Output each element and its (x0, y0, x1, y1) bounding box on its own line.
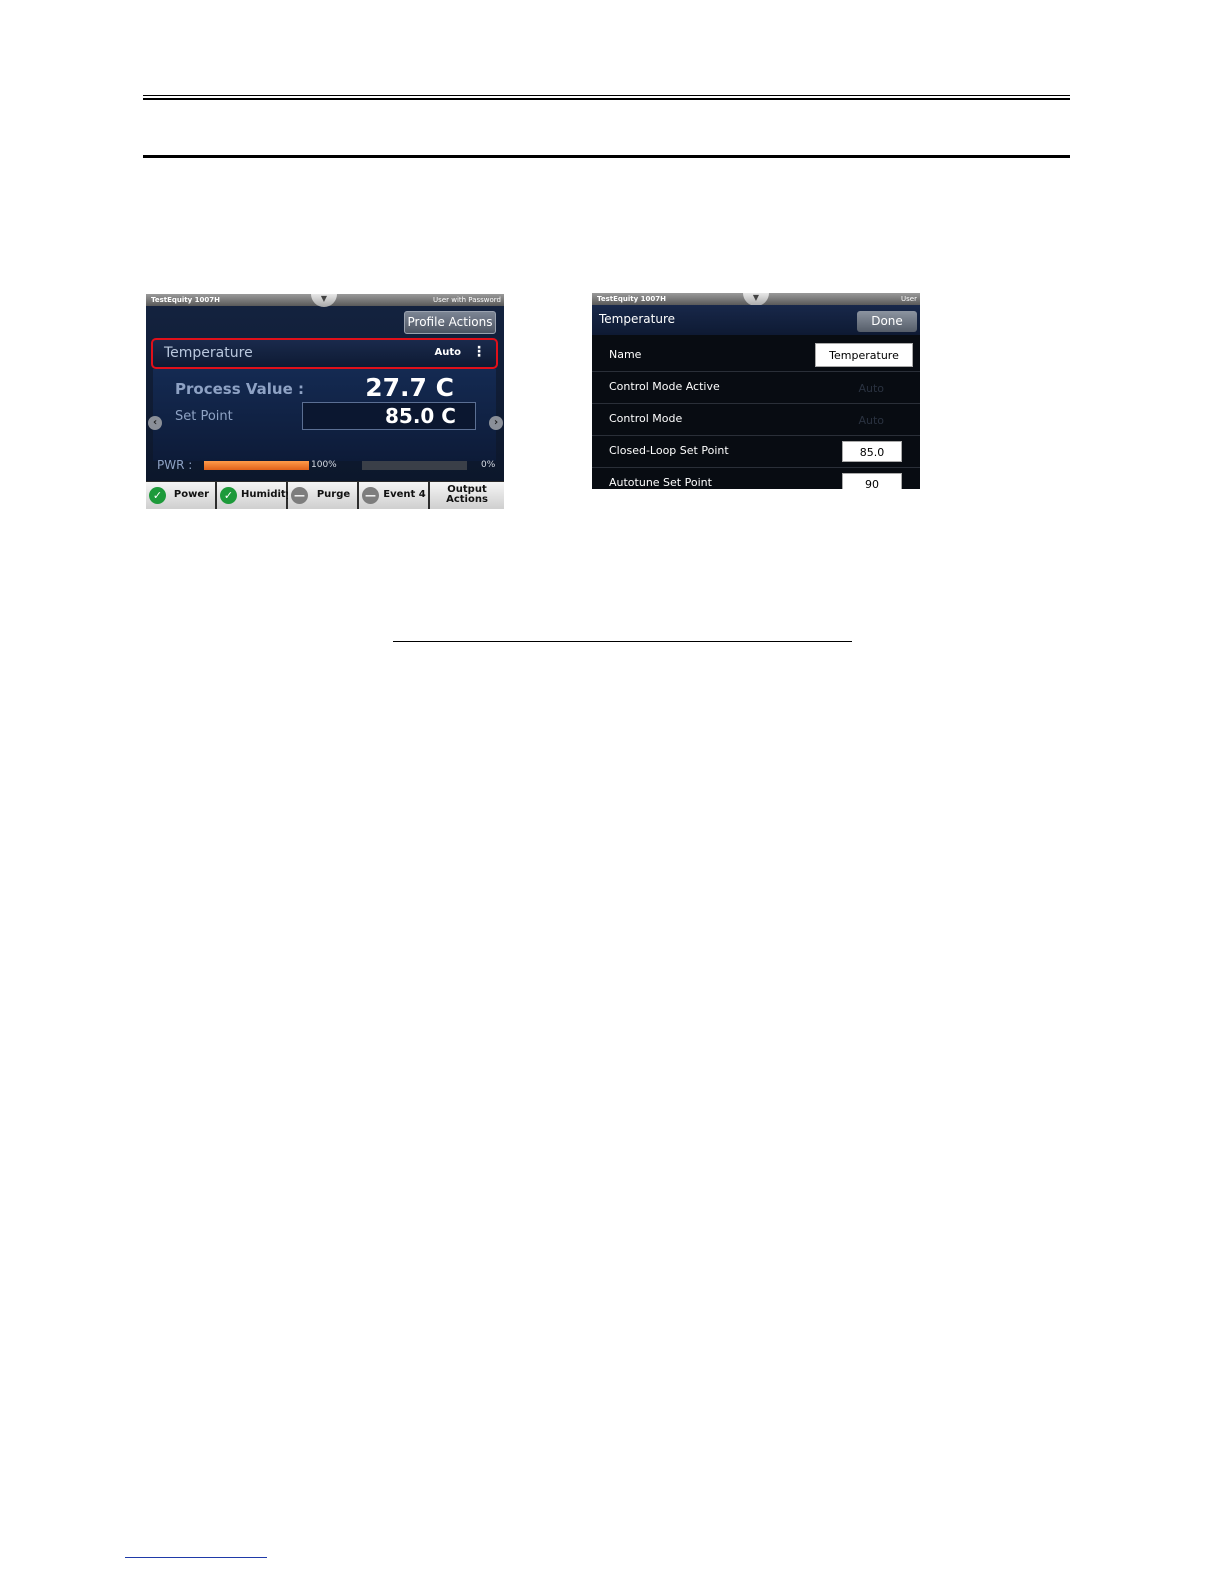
param-label: Control Mode Active (609, 380, 720, 393)
header-rule-thin (143, 95, 1070, 96)
status-check-icon: ✓ (149, 487, 166, 504)
set-point-field[interactable]: 85.0 C (302, 402, 476, 430)
status-check-icon: ✓ (220, 487, 237, 504)
param-row-closed-loop-set-point[interactable]: Closed-Loop Set Point 85.0 (592, 436, 920, 468)
output-purge-button[interactable]: — Purge (288, 482, 357, 509)
name-field[interactable]: Temperature (815, 343, 913, 367)
loop-mode: Auto (434, 347, 461, 358)
heat-power-bar (204, 461, 309, 470)
param-row-name[interactable]: Name Temperature (592, 340, 920, 372)
done-button[interactable]: Done (857, 311, 917, 332)
heat-power-percent: 100% (311, 460, 337, 470)
output-bar: ✓ Power ✓ Humidity — Purge — Event 4 Out… (146, 481, 504, 509)
param-row-control-mode-active: Control Mode Active Auto (592, 372, 920, 404)
loop-header-temperature[interactable]: Temperature Auto ⋮ (151, 338, 498, 369)
output-actions-button[interactable]: Output Actions (430, 482, 504, 509)
status-bar: TestEquity 1007H ▼ User (592, 293, 920, 306)
param-label: Control Mode (609, 412, 683, 425)
closed-loop-set-point-field[interactable]: 85.0 (842, 441, 902, 462)
device-name: TestEquity 1007H (151, 296, 220, 304)
output-power-button[interactable]: ✓ Power (146, 482, 215, 509)
chevron-left-icon[interactable]: ‹ (148, 416, 162, 430)
output-humidity-button[interactable]: ✓ Humidity (217, 482, 293, 509)
output-label: Event 4 (383, 489, 426, 500)
process-value: 27.7 C (365, 373, 454, 402)
param-label: Closed-Loop Set Point (609, 444, 729, 457)
output-event4-button[interactable]: — Event 4 (359, 482, 428, 509)
header-rule-thick (143, 155, 1070, 158)
caption-rule (393, 641, 852, 642)
loop-panel: Process Value : 27.7 C Set Point 85.0 C (153, 369, 496, 461)
param-row-autotune-set-point[interactable]: Autotune Set Point 90 (592, 468, 920, 489)
footnote-rule (125, 1557, 267, 1558)
main-screen-screenshot: TestEquity 1007H ▼ User with Password Pr… (146, 294, 504, 509)
chevron-right-icon[interactable]: › (489, 416, 503, 430)
param-value: Auto (858, 414, 884, 427)
process-value-label: Process Value : (175, 380, 304, 398)
pull-down-tab-icon[interactable]: ▼ (311, 294, 337, 307)
set-point-value: 85.0 C (385, 404, 456, 428)
user-level: User with Password (433, 296, 501, 304)
user-level: User (901, 295, 917, 303)
header-rule-double (143, 98, 1070, 100)
set-point-label: Set Point (175, 409, 233, 424)
output-actions-line2: Actions (446, 494, 488, 505)
setup-header: Temperature Done (592, 305, 920, 335)
power-label: PWR : (157, 458, 193, 472)
param-row-control-mode[interactable]: Control Mode Auto (592, 404, 920, 436)
status-bar: TestEquity 1007H ▼ User with Password (146, 294, 504, 307)
param-label: Autotune Set Point (609, 476, 712, 489)
cool-power-percent: 0% (481, 460, 496, 470)
autotune-set-point-field[interactable]: 90 (842, 473, 902, 489)
setup-title: Temperature (599, 312, 676, 326)
profile-actions-button[interactable]: Profile Actions (404, 311, 496, 334)
output-label: Humidity (241, 489, 293, 500)
more-options-icon[interactable]: ⋮ (472, 344, 486, 360)
param-value: Auto (858, 382, 884, 395)
device-name: TestEquity 1007H (597, 295, 666, 303)
loop-setup-screenshot: TestEquity 1007H ▼ User Temperature Done… (592, 293, 920, 489)
loop-name: Temperature (164, 345, 253, 361)
status-off-icon: — (291, 487, 308, 504)
cool-power-bar (362, 461, 467, 470)
status-off-icon: — (362, 487, 379, 504)
output-label: Power (173, 489, 210, 500)
param-label: Name (609, 348, 642, 361)
heat-power-fill (204, 461, 309, 470)
output-label: Purge (316, 489, 351, 500)
